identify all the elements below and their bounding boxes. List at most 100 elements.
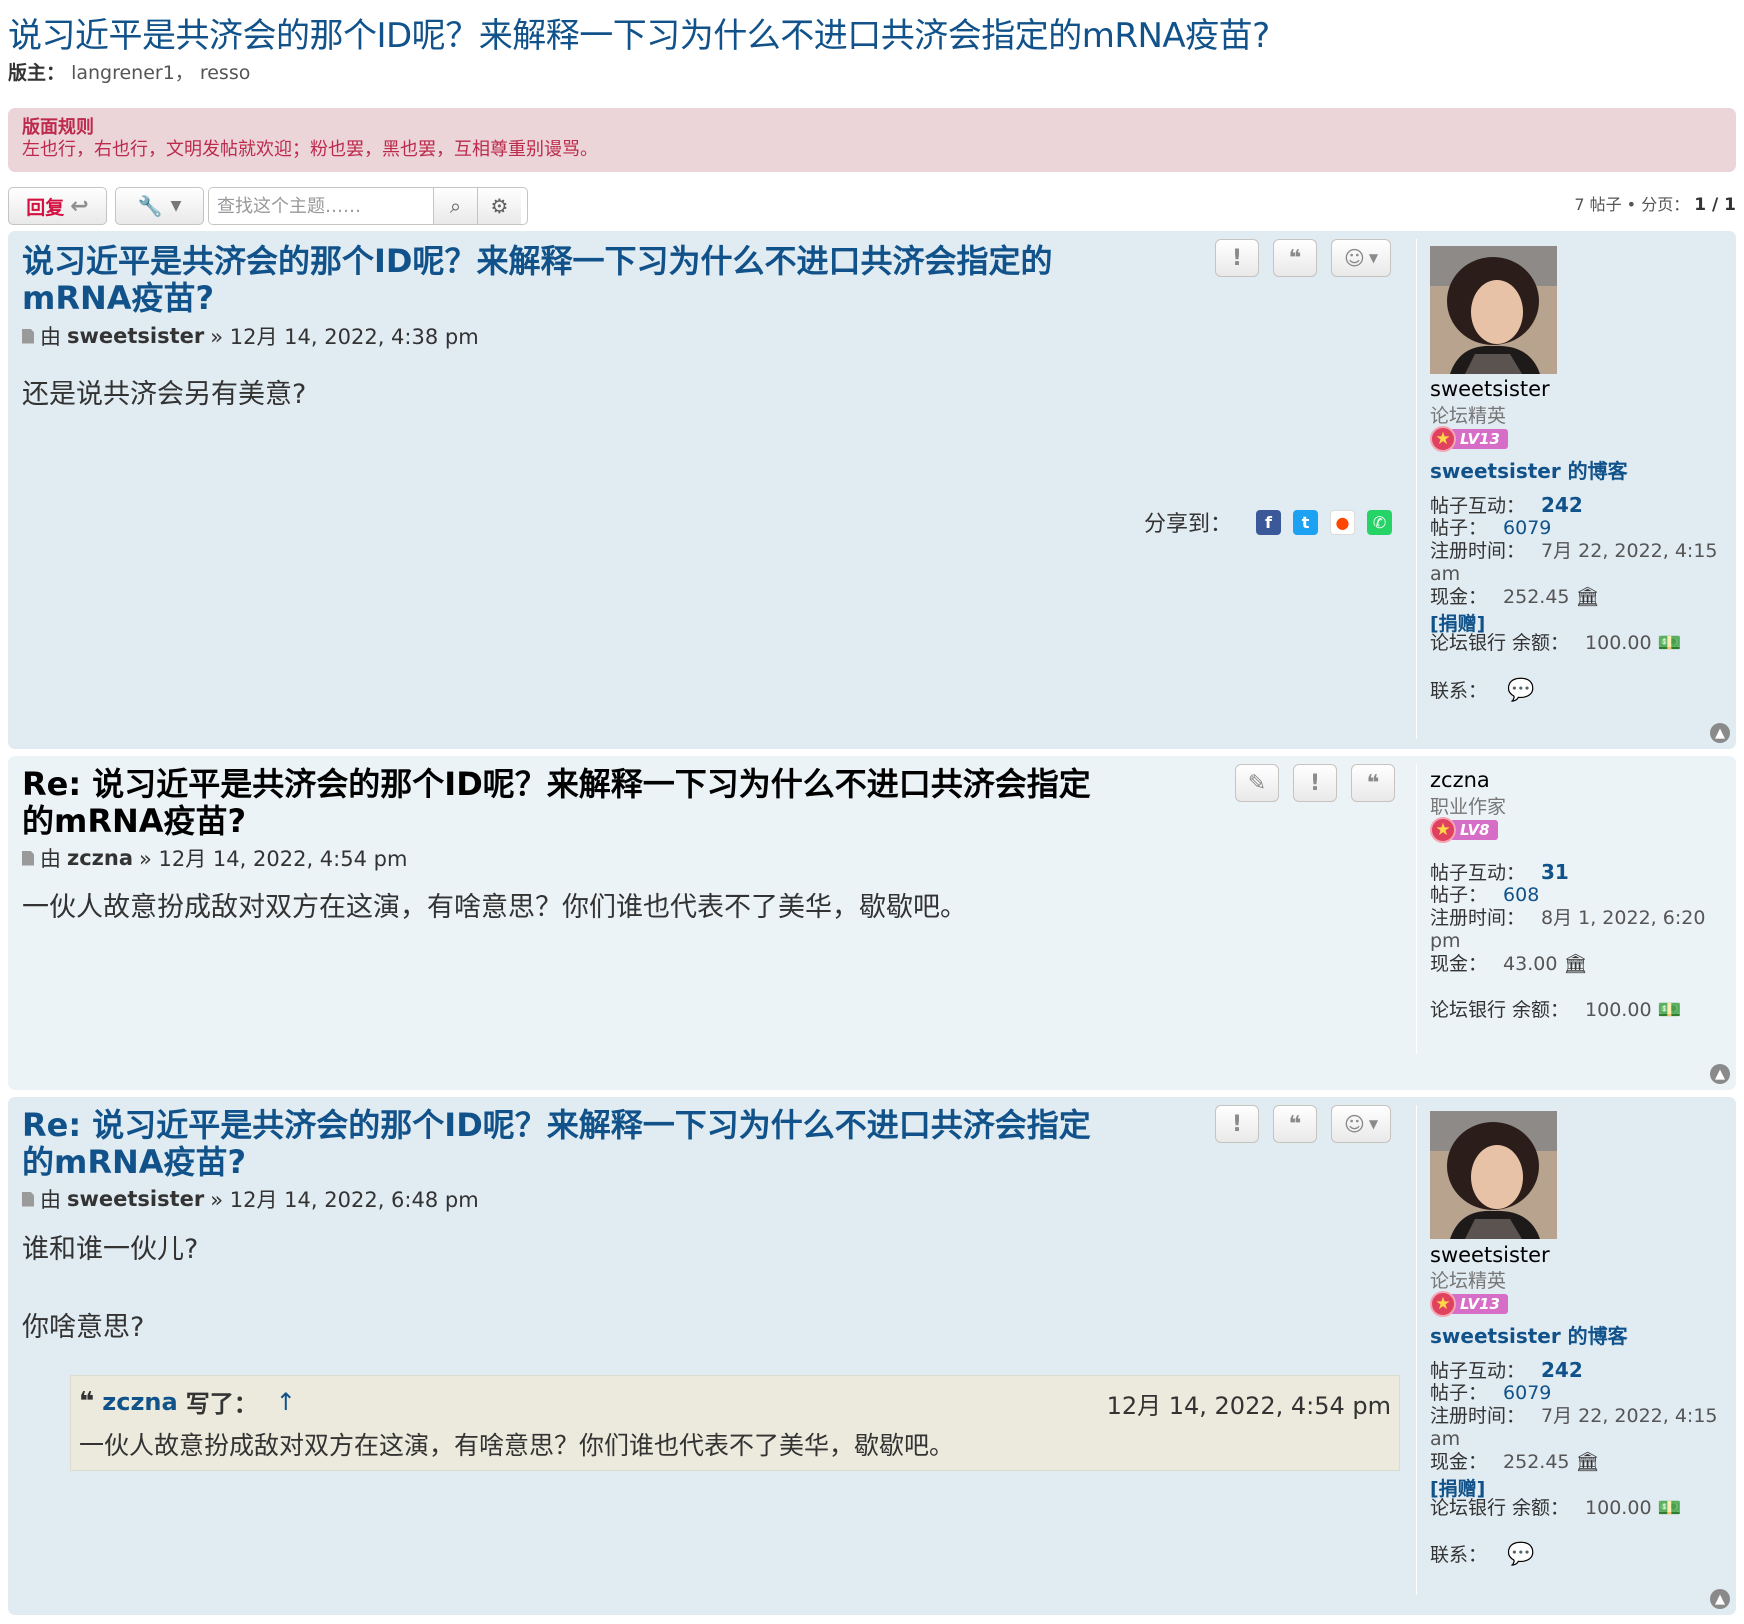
profile-username[interactable]: sweetsister bbox=[1430, 1243, 1550, 1267]
topic-tools-button[interactable]: 🔧 ▼ bbox=[115, 187, 204, 225]
post-author-line: 由 sweetsister » 12月 14, 2022, 6:48 pm bbox=[22, 1184, 479, 1214]
posts-value[interactable]: 6079 bbox=[1503, 517, 1551, 539]
post-date: » 12月 14, 2022, 6:48 pm bbox=[210, 1188, 479, 1212]
post-buttons: ! ❝ ☺ ▼ bbox=[1215, 1105, 1391, 1143]
gear-icon: ⚙ bbox=[490, 194, 509, 218]
post-author[interactable]: zczna bbox=[67, 846, 133, 870]
profile-joined: 注册时间： 7月 22, 2022, 4:15 am bbox=[1430, 1405, 1718, 1450]
back-to-top-icon[interactable]: ▲ bbox=[1710, 1589, 1730, 1609]
quote-button[interactable]: ❝ bbox=[1273, 239, 1317, 277]
quote-text: 一伙人故意扮成敌对双方在这演，有啥意思？你们谁也代表不了美华，歇歇吧。 bbox=[79, 1431, 955, 1460]
profile-rank: 论坛精英 bbox=[1430, 1270, 1507, 1292]
topic-search: ⌕ ⚙ bbox=[208, 187, 528, 225]
back-to-top-icon[interactable]: ▲ bbox=[1710, 723, 1730, 743]
star-icon: ★ bbox=[1430, 817, 1456, 843]
profile-blog-link[interactable]: sweetsister 的博客 bbox=[1430, 455, 1628, 484]
chevron-down-icon: ▼ bbox=[1368, 1117, 1379, 1131]
profile-bank: 论坛银行 余额： 100.00 💵 bbox=[1430, 632, 1682, 654]
whatsapp-icon[interactable]: ✆ bbox=[1367, 509, 1393, 535]
twitter-icon[interactable]: t bbox=[1293, 509, 1319, 535]
post-author[interactable]: sweetsister bbox=[67, 324, 204, 348]
blockquote: ❝ zczna 写了： ↑ 12月 14, 2022, 4:54 pm 一伙人故… bbox=[70, 1375, 1400, 1471]
edit-button[interactable]: ✎ bbox=[1235, 764, 1279, 802]
quote-icon: ❝ bbox=[79, 1386, 95, 1417]
reaction-button[interactable]: ☺ ▼ bbox=[1331, 1105, 1391, 1143]
interactions-value[interactable]: 31 bbox=[1541, 860, 1569, 884]
quote-source-link[interactable]: ↑ bbox=[276, 1388, 296, 1416]
profile-posts: 帖子： 608 bbox=[1430, 884, 1540, 906]
by-label: 由 bbox=[40, 847, 61, 871]
post-content: 还是说共济会另有美意? bbox=[22, 379, 307, 410]
avatar-image bbox=[1430, 1111, 1557, 1239]
level-badge: ★ LV13 bbox=[1430, 1291, 1508, 1317]
pagination: 7 帖子 • 分页： 1 / 1 bbox=[1574, 191, 1736, 215]
profile-contact: 联系： 💬 bbox=[1430, 678, 1535, 703]
post-content: 一伙人故意扮成敌对双方在这演，有啥意思？你们谁也代表不了美华，歇歇吧。 bbox=[22, 892, 967, 923]
profile-username[interactable]: sweetsister bbox=[1430, 377, 1550, 401]
post-title[interactable]: Re: 说习近平是共济会的那个ID呢？来解释一下习为什么不进口共济会指定的mRN… bbox=[22, 766, 1122, 840]
reply-button[interactable]: 回复 ↩ bbox=[8, 187, 107, 225]
reply-label: 回复 bbox=[26, 196, 65, 219]
quote-button[interactable]: ❝ bbox=[1273, 1105, 1317, 1143]
interactions-value[interactable]: 242 bbox=[1541, 1358, 1583, 1382]
profile-bank: 论坛银行 余额： 100.00 💵 bbox=[1430, 999, 1682, 1021]
page-numbers: 1 / 1 bbox=[1694, 195, 1736, 215]
profile-rank: 论坛精英 bbox=[1430, 405, 1507, 427]
post-title[interactable]: Re: 说习近平是共济会的那个ID呢？来解释一下习为什么不进口共济会指定的mRN… bbox=[22, 1107, 1122, 1181]
reaction-button[interactable]: ☺ ▼ bbox=[1331, 239, 1391, 277]
quote-author[interactable]: zczna bbox=[102, 1388, 177, 1416]
post-author-line: 由 sweetsister » 12月 14, 2022, 4:38 pm bbox=[22, 321, 479, 351]
post-content: 谁和谁一伙儿? bbox=[22, 1234, 199, 1265]
profile-cash: 现金： 252.45 🏛 bbox=[1430, 1451, 1600, 1473]
avatar[interactable] bbox=[1430, 1111, 1557, 1239]
profile-joined: 注册时间： 8月 1, 2022, 6:20 pm bbox=[1430, 907, 1706, 952]
profile-blog-link[interactable]: sweetsister 的博客 bbox=[1430, 1320, 1628, 1349]
interactions-value[interactable]: 242 bbox=[1541, 493, 1583, 517]
profile-username[interactable]: zczna bbox=[1430, 768, 1490, 792]
post-content: 你啥意思? bbox=[22, 1312, 145, 1343]
post: Re: 说习近平是共济会的那个ID呢？来解释一下习为什么不进口共济会指定的mRN… bbox=[8, 1097, 1736, 1615]
post-icon[interactable] bbox=[22, 1191, 34, 1207]
avatar[interactable] bbox=[1430, 246, 1557, 374]
quote-button[interactable]: ❝ bbox=[1351, 764, 1395, 802]
post-title[interactable]: 说习近平是共济会的那个ID呢？来解释一下习为什么不进口共济会指定的mRNA疫苗? bbox=[22, 243, 1122, 317]
posts-value[interactable]: 608 bbox=[1503, 884, 1539, 906]
advanced-search-button[interactable]: ⚙ bbox=[477, 188, 521, 224]
posts-value[interactable]: 6079 bbox=[1503, 1382, 1551, 1404]
reddit-icon[interactable]: ● bbox=[1330, 509, 1356, 535]
post-icon[interactable] bbox=[22, 328, 34, 344]
bank-icon: 🏛 bbox=[1563, 953, 1588, 975]
post-date: » 12月 14, 2022, 4:38 pm bbox=[210, 325, 479, 349]
profile-joined: 注册时间： 7月 22, 2022, 4:15 am bbox=[1430, 540, 1718, 585]
level-label: LV8 bbox=[1450, 820, 1498, 840]
star-icon: ★ bbox=[1430, 426, 1456, 452]
reply-icon: ↩ bbox=[70, 193, 89, 219]
profile-posts: 帖子： 6079 bbox=[1430, 517, 1552, 539]
profile-cash: 现金： 43.00 🏛 bbox=[1430, 953, 1588, 975]
report-button[interactable]: ! bbox=[1293, 764, 1337, 802]
moderator-names[interactable]: langrener1， resso bbox=[71, 62, 250, 84]
report-button[interactable]: ! bbox=[1215, 239, 1259, 277]
star-icon: ★ bbox=[1430, 1291, 1456, 1317]
level-label: LV13 bbox=[1450, 1294, 1508, 1314]
banknote-icon: 💵 bbox=[1657, 632, 1682, 654]
rules-title: 版面规则 bbox=[22, 117, 94, 138]
forum-rules-box: 版面规则 左也行，右也行，文明发帖就欢迎；粉也罢，黑也罢，互相尊重别谩骂。 bbox=[8, 108, 1736, 172]
post-author-line: 由 zczna » 12月 14, 2022, 4:54 pm bbox=[22, 843, 407, 873]
post-icon[interactable] bbox=[22, 850, 34, 866]
moderators: 版主： langrener1， resso bbox=[8, 58, 250, 85]
facebook-icon[interactable]: f bbox=[1256, 509, 1282, 535]
report-button[interactable]: ! bbox=[1215, 1105, 1259, 1143]
by-label: 由 bbox=[40, 325, 61, 349]
profile-interactions: 帖子互动： 242 bbox=[1430, 1358, 1583, 1383]
post-author[interactable]: sweetsister bbox=[67, 1187, 204, 1211]
post-buttons: ✎ ! ❝ bbox=[1235, 764, 1395, 802]
back-to-top-icon[interactable]: ▲ bbox=[1710, 1064, 1730, 1084]
page-title[interactable]: 说习近平是共济会的那个ID呢？来解释一下习为什么不进口共济会指定的mRNA疫苗? bbox=[8, 8, 1270, 57]
share-bar: 分享到： f t ● ✆ bbox=[1144, 506, 1393, 538]
chat-icon[interactable]: 💬 bbox=[1507, 1543, 1534, 1566]
search-input[interactable] bbox=[209, 188, 433, 224]
search-button[interactable]: ⌕ bbox=[433, 188, 477, 224]
post: 说习近平是共济会的那个ID呢？来解释一下习为什么不进口共济会指定的mRNA疫苗?… bbox=[8, 231, 1736, 749]
chat-icon[interactable]: 💬 bbox=[1507, 679, 1534, 702]
